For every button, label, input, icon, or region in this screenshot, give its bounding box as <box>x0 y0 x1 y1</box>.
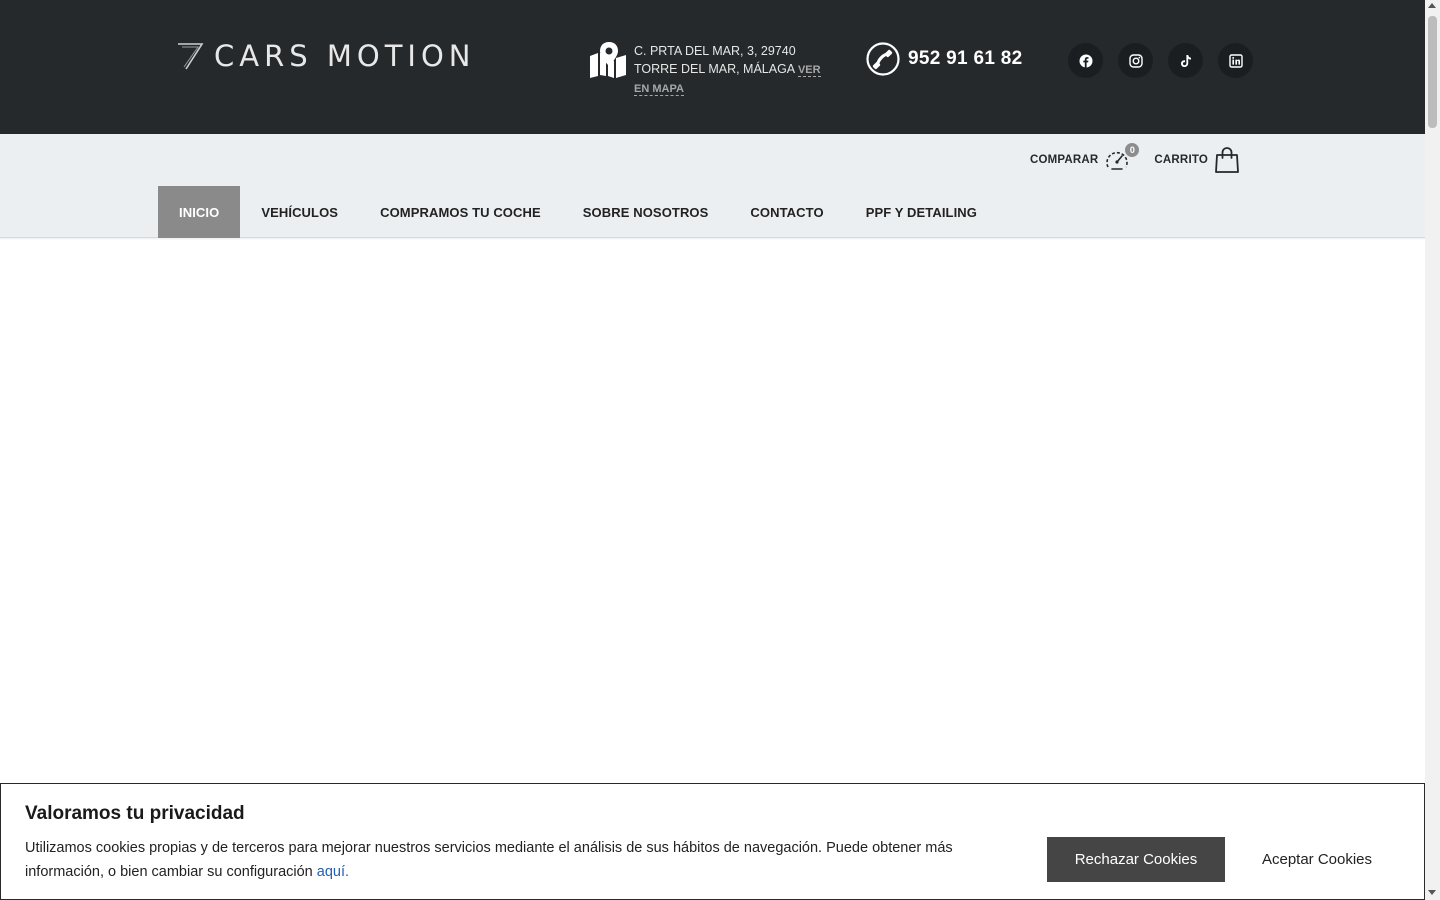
nav-item-compramos-tu-coche[interactable]: COMPRAMOS TU COCHE <box>359 186 562 238</box>
utility-links: COMPARAR 0 CARRITO <box>1029 142 1240 174</box>
shopping-bag-icon <box>1215 147 1239 173</box>
cookie-title: Valoramos tu privacidad <box>25 803 245 824</box>
nav-item-sobre-nosotros[interactable]: SOBRE NOSOTROS <box>562 186 730 238</box>
address-line-2: TORRE DEL MAR, MÁLAGA <box>634 62 795 76</box>
instagram-icon <box>1128 53 1143 68</box>
cookie-text: Utilizamos cookies propias y de terceros… <box>25 836 985 884</box>
scroll-down-arrow-icon[interactable] <box>1428 890 1436 895</box>
compare-gauge-wrap: 0 <box>1104 142 1141 173</box>
cookie-banner: Valoramos tu privacidad Utilizamos cooki… <box>0 783 1425 900</box>
compare-count-badge: 0 <box>1124 142 1141 158</box>
nav-item-contacto[interactable]: CONTACTO <box>729 186 844 238</box>
social-links <box>1068 43 1253 78</box>
cookie-settings-link[interactable]: aquí. <box>317 864 349 880</box>
tiktok-link[interactable] <box>1168 43 1203 78</box>
map-marker-icon <box>590 42 626 78</box>
reject-cookies-button[interactable]: Rechazar Cookies <box>1047 837 1225 882</box>
logo-mark-icon <box>178 43 204 70</box>
linkedin-link[interactable] <box>1218 43 1253 78</box>
nav-item-ppf-y-detailing[interactable]: PPF Y DETAILING <box>845 186 998 238</box>
address-line-1: C. PRTA DEL MAR, 3, 29740 <box>634 44 796 58</box>
address-block: C. PRTA DEL MAR, 3, 29740 TORRE DEL MAR,… <box>588 42 834 98</box>
accept-cookies-button[interactable]: Aceptar Cookies <box>1233 837 1401 882</box>
facebook-icon <box>1079 54 1092 67</box>
phone-icon <box>866 42 900 76</box>
cookie-description: Utilizamos cookies propias y de terceros… <box>25 840 953 880</box>
logo-text: CARS MOTION <box>214 39 476 73</box>
compare-link[interactable]: COMPARAR 0 <box>1029 142 1141 173</box>
navigation-bar: COMPARAR 0 CARRITO INICIO VEHÍCULOS COMP… <box>0 134 1425 238</box>
page-scrollbar[interactable] <box>1425 0 1440 900</box>
scrollbar-thumb[interactable] <box>1428 16 1437 128</box>
main-menu: INICIO VEHÍCULOS COMPRAMOS TU COCHE SOBR… <box>158 186 998 238</box>
phone-block[interactable]: 952 91 61 82 <box>866 42 1023 76</box>
cart-label: CARRITO <box>1154 154 1208 166</box>
cart-link[interactable]: CARRITO <box>1154 146 1240 174</box>
address-text: C. PRTA DEL MAR, 3, 29740 TORRE DEL MAR,… <box>634 42 834 98</box>
linkedin-icon <box>1228 53 1243 68</box>
phone-number: 952 91 61 82 <box>908 48 1023 69</box>
compare-label: COMPARAR <box>1029 154 1099 166</box>
nav-item-vehiculos[interactable]: VEHÍCULOS <box>240 186 359 238</box>
nav-item-inicio[interactable]: INICIO <box>158 186 241 238</box>
tiktok-icon <box>1180 54 1191 67</box>
scroll-up-arrow-icon[interactable] <box>1428 3 1436 8</box>
instagram-link[interactable] <box>1118 43 1153 78</box>
facebook-link[interactable] <box>1068 43 1103 78</box>
page: CARS MOTION C. PRTA DEL MAR, 3, 29740 TO… <box>0 0 1440 900</box>
logo[interactable]: CARS MOTION <box>176 39 476 73</box>
top-header: CARS MOTION C. PRTA DEL MAR, 3, 29740 TO… <box>0 0 1425 134</box>
